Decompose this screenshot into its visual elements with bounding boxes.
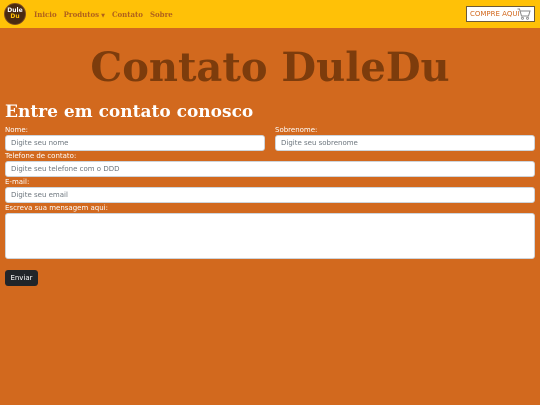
mensagem-label: Escreva sua mensagem aqui:: [5, 204, 108, 212]
nav-link-contato[interactable]: Contato: [112, 10, 143, 19]
nav-link-sobre[interactable]: Sobre: [150, 10, 173, 19]
section-title: Entre em contato conosco: [5, 102, 254, 122]
cart-icon: [517, 8, 531, 20]
logo-text-du: Du: [10, 13, 20, 20]
navbar: Dule Du Inicio Produtos ▼ Contato Sobre C…: [0, 0, 540, 28]
email-label: E-mail:: [5, 178, 30, 186]
sobrenome-input[interactable]: [275, 135, 535, 151]
compre-aqui-label: COMPRE AQUI: [470, 10, 520, 18]
nav-link-produtos[interactable]: Produtos ▼: [64, 10, 105, 19]
nav-link-inicio[interactable]: Inicio: [34, 10, 57, 19]
telefone-label: Telefone de contato:: [5, 152, 77, 160]
dule-du-logo[interactable]: Dule Du: [4, 3, 26, 25]
telefone-input[interactable]: [5, 161, 535, 177]
sobrenome-label: Sobrenome:: [275, 126, 318, 134]
compre-aqui-button[interactable]: COMPRE AQUI: [466, 6, 535, 22]
page-title: Contato DuleDu: [90, 44, 450, 91]
nav-link-produtos-label: Produtos: [63, 9, 100, 19]
nav-links: Inicio Produtos ▼ Contato Sobre: [34, 0, 180, 28]
mensagem-textarea[interactable]: [5, 213, 535, 259]
chevron-down-icon: ▼: [101, 12, 105, 19]
nome-input[interactable]: [5, 135, 265, 151]
enviar-button[interactable]: Enviar: [5, 270, 38, 286]
email-input[interactable]: [5, 187, 535, 203]
nome-label: Nome:: [5, 126, 29, 134]
